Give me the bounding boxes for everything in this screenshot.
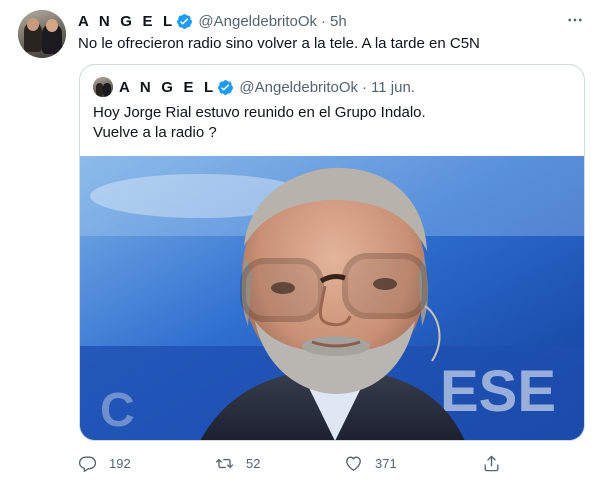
quoted-tweet-timestamp: 11 jun.: [371, 78, 415, 96]
quoted-author-name: A N G E L: [119, 78, 217, 96]
quoted-author-avatar: [93, 77, 113, 97]
tweet-header: A N G E L @AngeldebritoOk · 5h: [78, 11, 347, 31]
quoted-tweet-photo[interactable]: ESE C: [80, 156, 584, 440]
like-count: 371: [375, 455, 397, 471]
author-handle[interactable]: @AngeldebritoOk: [198, 13, 317, 30]
retweet-count: 52: [246, 455, 261, 471]
ellipsis-icon[interactable]: [564, 10, 586, 30]
separator-dot: ·: [321, 12, 327, 30]
quoted-tweet-header: A N G E L @AngeldebritoOk · 11 jun.: [93, 77, 415, 97]
tweet-text: No le ofrecieron radio sino volver a la …: [78, 35, 480, 52]
reply-button[interactable]: 192: [78, 450, 131, 476]
quoted-tweet-line: Hoy Jorge Rial estuvo reunido en el Grup…: [93, 104, 426, 121]
svg-text:ESE: ESE: [440, 359, 556, 424]
quoted-author-handle: @AngeldebritoOk: [239, 78, 359, 96]
share-icon: [484, 455, 499, 471]
svg-text:C: C: [100, 384, 135, 437]
reply-count: 192: [109, 455, 131, 471]
heart-icon: [346, 455, 361, 471]
tweet-timestamp[interactable]: 5h: [330, 13, 347, 30]
verified-badge-icon: [217, 79, 234, 96]
like-button[interactable]: 371: [344, 450, 397, 476]
retweet-icon: [215, 458, 234, 468]
quoted-tweet-line: Vuelve a la radio ?: [93, 124, 217, 141]
reply-icon: [78, 455, 97, 472]
verified-badge-icon: [176, 13, 193, 30]
quoted-tweet[interactable]: A N G E L @AngeldebritoOk · 11 jun. Hoy …: [79, 64, 585, 441]
author-avatar[interactable]: [18, 10, 66, 58]
author-name[interactable]: A N G E L: [78, 13, 175, 30]
tweet-actions: 192 52 371: [78, 450, 508, 476]
quoted-tweet-text: Hoy Jorge Rial estuvo reunido en el Grup…: [93, 103, 426, 143]
retweet-button[interactable]: 52: [215, 450, 260, 476]
tweet[interactable]: A N G E L @AngeldebritoOk · 5h No le ofr…: [0, 0, 599, 487]
share-button[interactable]: [482, 450, 513, 476]
separator-dot: ·: [362, 78, 368, 96]
